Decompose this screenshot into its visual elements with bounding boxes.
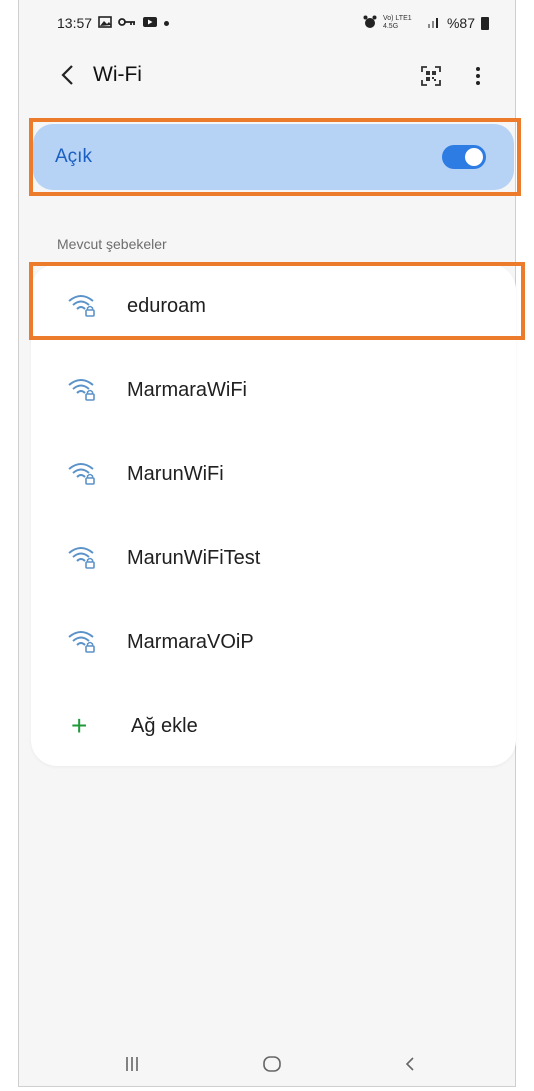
status-time: 13:57 — [57, 15, 93, 31]
home-icon — [263, 1056, 281, 1072]
network-row-marmaravoip[interactable]: MarmaraVOiP — [31, 600, 516, 684]
add-network-row[interactable]: + Ağ ekle — [31, 684, 516, 768]
network-row-marunwifi[interactable]: MarunWiFi — [31, 432, 516, 516]
app-header: Wi-Fi — [19, 50, 515, 100]
wifi-lock-icon — [68, 295, 95, 317]
network-type-label: Vo) LTE1 4.5G — [382, 15, 412, 30]
wifi-lock-icon — [68, 547, 95, 569]
status-bar: 13:57 Vo) LTE1 4.5G %87 — [19, 0, 515, 46]
network-name: MarunWiFi — [127, 462, 224, 485]
alarm-icon — [363, 15, 377, 31]
network-name: MarunWiFiTest — [127, 546, 261, 569]
status-bar-left: 13:57 — [57, 15, 170, 31]
network-row-eduroam[interactable]: eduroam — [31, 264, 516, 348]
network-name: eduroam — [127, 294, 206, 317]
network-name: MarmaraVOiP — [127, 630, 254, 653]
recents-icon — [126, 1057, 138, 1071]
qr-scan-icon — [421, 66, 441, 86]
wifi-toggle-row[interactable]: Açık — [33, 124, 514, 190]
networks-list: eduroam MarmaraWiFi MarunWiFi MarunWiFiT… — [31, 264, 516, 766]
qr-scan-button[interactable] — [419, 64, 443, 88]
network-name: MarmaraWiFi — [127, 378, 247, 401]
gallery-icon — [98, 16, 112, 30]
page-title: Wi-Fi — [93, 63, 142, 86]
more-options-button[interactable] — [469, 64, 487, 88]
phone-screen: 13:57 Vo) LTE1 4.5G %87 Wi-Fi Açık Mevcu… — [18, 0, 525, 1087]
battery-icon — [481, 16, 489, 30]
wifi-switch[interactable] — [442, 145, 486, 169]
plus-icon: + — [71, 710, 88, 741]
home-button[interactable] — [257, 1050, 287, 1078]
network-row-marunwifitest[interactable]: MarunWiFiTest — [31, 516, 516, 600]
wifi-toggle-label: Açık — [55, 146, 92, 167]
notification-dot-icon — [164, 20, 170, 26]
recents-button[interactable] — [117, 1050, 147, 1078]
network-row-marmarawifi[interactable]: MarmaraWiFi — [31, 348, 516, 432]
navigation-bar — [19, 1040, 515, 1084]
add-network-label: Ağ ekle — [131, 714, 198, 737]
switch-knob — [465, 148, 483, 166]
signal-icon — [427, 16, 441, 30]
wifi-lock-icon — [68, 631, 95, 653]
back-nav-button[interactable] — [395, 1050, 425, 1078]
status-bar-right: Vo) LTE1 4.5G %87 — [363, 15, 489, 31]
more-vertical-icon — [476, 67, 480, 85]
video-icon — [142, 16, 158, 30]
back-button[interactable] — [55, 62, 79, 88]
battery-percent: %87 — [446, 15, 475, 31]
available-networks-label: Mevcut şebekeler — [57, 236, 167, 252]
wifi-lock-icon — [68, 379, 95, 401]
chevron-left-icon — [405, 1057, 414, 1071]
wifi-lock-icon — [68, 463, 95, 485]
key-icon — [118, 17, 136, 29]
chevron-left-icon — [61, 65, 73, 85]
